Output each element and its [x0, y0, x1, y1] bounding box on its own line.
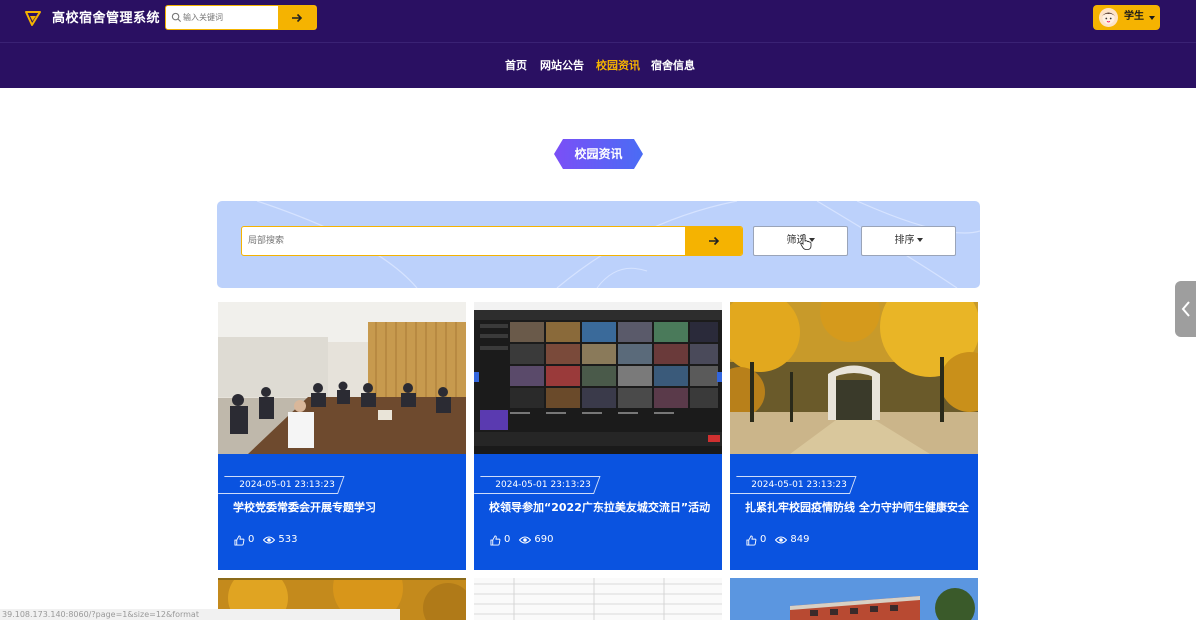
card-image-campus-gate[interactable]	[730, 302, 978, 454]
card-title[interactable]: 校领导参加“2022广东拉美友城交流日”活动	[489, 501, 714, 515]
user-menu-button[interactable]: 学生	[1093, 5, 1160, 30]
view-count: 849	[790, 534, 810, 545]
news-card-partial[interactable]	[474, 578, 722, 620]
filter-panel: 筛选 排序	[217, 201, 980, 288]
like-count: 0	[248, 534, 255, 545]
news-card[interactable]: 2024-05-01 23:13:23 校领导参加“2022广东拉美友城交流日”…	[474, 302, 722, 570]
nav-item-announcements[interactable]: 网站公告	[540, 58, 584, 74]
card-date: 2024-05-01 23:13:23	[730, 476, 857, 494]
card-date: 2024-05-01 23:13:23	[218, 476, 345, 494]
caret-down-icon	[916, 238, 923, 242]
nav-item-dorm-info[interactable]: 宿舍信息	[651, 58, 695, 74]
header-search-input[interactable]	[183, 6, 278, 29]
card-image-building[interactable]	[730, 578, 978, 620]
local-search-input[interactable]	[248, 227, 678, 255]
section-title: 校园资讯	[574, 147, 623, 161]
header-search-button[interactable]	[278, 6, 316, 29]
news-card[interactable]: 2024-05-01 23:13:23 学校党委常委会开展专题学习 0 533	[218, 302, 466, 570]
card-title[interactable]: 学校党委常委会开展专题学习	[233, 501, 458, 515]
sort-button[interactable]: 排序	[861, 226, 956, 256]
user-name: 学生	[1124, 11, 1144, 22]
search-icon	[171, 12, 182, 23]
header-search	[165, 5, 317, 30]
eye-icon	[263, 536, 276, 544]
thumbs-up-icon[interactable]	[746, 534, 757, 546]
browser-status-url: 39.108.173.140:8060/?page=1&size=12&form…	[0, 609, 400, 620]
card-date: 2024-05-01 23:13:23	[474, 476, 601, 494]
side-panel-toggle[interactable]	[1175, 281, 1196, 337]
like-count: 0	[504, 534, 511, 545]
local-search-button[interactable]	[685, 227, 742, 255]
chevron-left-icon	[1181, 301, 1190, 317]
like-count: 0	[760, 534, 767, 545]
card-stats: 0 690	[490, 533, 553, 547]
news-card[interactable]: 2024-05-01 23:13:23 扎紧扎牢校园疫情防线 全力守护师生健康安…	[730, 302, 978, 570]
sort-label: 排序	[894, 235, 915, 246]
nav-item-home[interactable]: 首页	[505, 58, 527, 74]
news-card-partial[interactable]	[730, 578, 978, 620]
chevron-down-icon	[1149, 16, 1155, 20]
card-image-meeting[interactable]	[218, 302, 466, 454]
card-stats: 0 533	[234, 533, 297, 547]
card-stats: 0 849	[746, 533, 809, 547]
view-count: 533	[278, 534, 298, 545]
nav-item-campus-news[interactable]: 校园资讯	[596, 58, 640, 74]
arrow-right-icon	[292, 13, 303, 22]
arrow-right-icon	[708, 236, 719, 246]
thumbs-up-icon[interactable]	[490, 534, 501, 546]
section-title-badge: 校园资讯	[554, 139, 643, 169]
card-image-video-conference[interactable]	[474, 302, 722, 454]
eye-icon	[775, 536, 788, 544]
avatar	[1099, 8, 1118, 27]
view-count: 690	[534, 534, 554, 545]
card-title[interactable]: 扎紧扎牢校园疫情防线 全力守护师生健康安全	[745, 501, 970, 515]
header-divider	[0, 42, 1196, 43]
hand-cursor-icon	[800, 234, 812, 250]
main-nav: 首页 网站公告 校园资讯 宿舍信息	[0, 58, 1196, 74]
card-image-document-table[interactable]	[474, 578, 722, 620]
app-title: 高校宿舍管理系统	[52, 11, 161, 26]
logo-icon[interactable]	[24, 9, 42, 27]
eye-icon	[519, 536, 532, 544]
local-search	[241, 226, 743, 256]
thumbs-up-icon[interactable]	[234, 534, 245, 546]
